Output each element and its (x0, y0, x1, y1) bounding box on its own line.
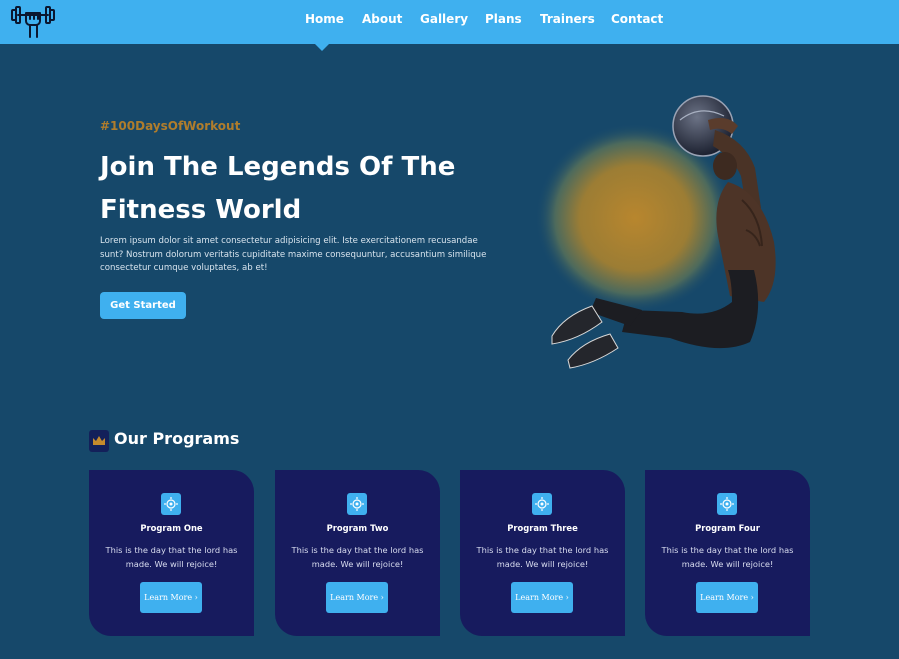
program-name: Program Three (507, 523, 578, 533)
nav-trainers[interactable]: Trainers (540, 12, 595, 26)
hero-description: Lorem ipsum dolor sit amet consectetur a… (100, 236, 487, 273)
program-name: Program One (140, 523, 203, 533)
nav-about[interactable]: About (362, 12, 402, 26)
gear-icon (717, 493, 737, 515)
program-description: This is the day that the lord has made. … (105, 545, 238, 569)
program-name: Program Four (695, 523, 760, 533)
program-description: This is the day that the lord has made. … (661, 545, 794, 569)
program-card: Program Three This is the day that the l… (460, 470, 625, 636)
athlete-with-medicine-ball (535, 95, 776, 369)
learn-more-button[interactable]: Learn More › (696, 582, 758, 613)
program-card: Program Two This is the day that the lor… (275, 470, 440, 636)
programs-heading: Our Programs (114, 429, 240, 448)
program-card: Program One This is the day that the lor… (89, 470, 254, 636)
nav-contact[interactable]: Contact (611, 12, 663, 26)
hero-hashtag: #100DaysOfWorkout (100, 119, 241, 133)
learn-more-button[interactable]: Learn More › (511, 582, 573, 613)
gear-icon (532, 493, 552, 515)
dumbbell-fist-icon[interactable] (10, 3, 56, 39)
learn-more-button[interactable]: Learn More › (326, 582, 388, 613)
nav-home[interactable]: Home (305, 12, 344, 26)
program-card: Program Four This is the day that the lo… (645, 470, 810, 636)
nav-gallery[interactable]: Gallery (420, 12, 468, 26)
get-started-button[interactable]: Get Started (100, 292, 186, 319)
nav-plans[interactable]: Plans (485, 12, 522, 26)
program-name: Program Two (326, 523, 389, 533)
crown-icon (89, 430, 109, 452)
learn-more-button[interactable]: Learn More › (140, 582, 202, 613)
top-navbar: Home About Gallery Plans Trainers Contac… (0, 0, 899, 44)
program-description: This is the day that the lord has made. … (476, 545, 609, 569)
program-description: This is the day that the lord has made. … (291, 545, 424, 569)
active-nav-indicator (315, 44, 329, 51)
hero-title: Join The Legends Of The Fitness World (100, 152, 456, 225)
gear-icon (347, 493, 367, 515)
gear-icon (161, 493, 181, 515)
